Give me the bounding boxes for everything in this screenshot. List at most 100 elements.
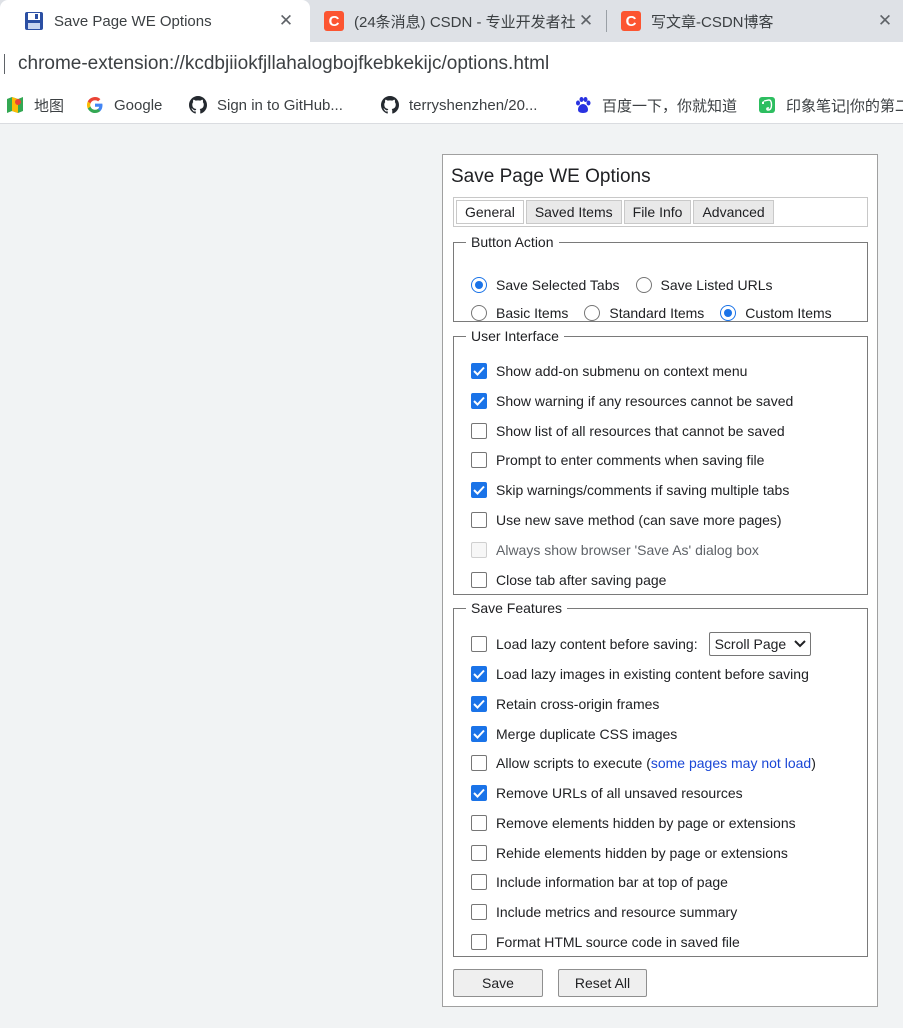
option-label: Use new save method (can save more pages… — [496, 512, 782, 528]
tab-strip: Save Page WE Options ✕ C (24条消息) CSDN - … — [0, 0, 903, 42]
option-label: Close tab after saving page — [496, 571, 667, 588]
bookmark-baidu[interactable]: 百度一下，你就知道 — [574, 94, 737, 116]
close-icon[interactable]: ✕ — [576, 11, 596, 31]
bookmark-google[interactable]: Google — [86, 94, 162, 116]
checkbox[interactable] — [471, 934, 487, 950]
bookmark-maps[interactable]: 地图 — [6, 94, 64, 116]
tab-csdn[interactable]: C (24条消息) CSDN - 专业开发者社 ✕ — [300, 0, 606, 42]
checkbox[interactable] — [471, 392, 487, 409]
checkbox[interactable] — [471, 814, 487, 831]
tab-general[interactable]: General — [456, 200, 524, 224]
bookmark-label: Sign in to GitHub... — [217, 96, 343, 114]
checkbox[interactable] — [471, 452, 487, 469]
tab-csdn-blog[interactable]: C 写文章-CSDN博客 ✕ — [597, 0, 903, 42]
bookmark-label: Google — [114, 96, 163, 114]
address-bar[interactable]: chrome-extension://kcdbjiiokfjllahalogbo… — [0, 42, 903, 86]
tab-file-info[interactable]: File Info — [623, 200, 692, 224]
option-skip-warnings-comments-if-saving[interactable]: Skip warnings/comments if saving multipl… — [471, 479, 789, 501]
option-label: Format HTML source code in saved file — [496, 934, 740, 950]
radio-button[interactable] — [584, 305, 601, 321]
bookmarks-bar: 地图 Google Sign in to GitHub... terryshen… — [0, 86, 903, 124]
bookmark-evernote[interactable]: 印象笔记|你的第二 — [758, 94, 903, 116]
radio-button[interactable] — [471, 305, 487, 321]
option-label: Show warning if any resources cannot be … — [496, 392, 794, 409]
checkbox[interactable] — [471, 725, 487, 742]
checkbox — [471, 541, 487, 558]
csdn-icon: C — [324, 11, 344, 31]
radio-button[interactable] — [720, 305, 737, 321]
radio-save-selected-tabs[interactable]: Save Selected Tabs — [471, 277, 620, 293]
checkbox[interactable] — [471, 512, 487, 528]
radio-button[interactable] — [635, 277, 652, 293]
option-allow-scripts[interactable]: Allow scripts to execute ( some pages ma… — [471, 752, 816, 774]
csdn-icon: C — [621, 11, 641, 31]
close-icon[interactable]: ✕ — [276, 11, 296, 31]
radio-save-listed-urls[interactable]: Save Listed URLs — [635, 277, 773, 293]
radio-label: Custom Items — [745, 305, 832, 321]
option-rehide-elements-hidden-by-page[interactable]: Rehide elements hidden by page or extens… — [471, 842, 788, 864]
checkbox[interactable] — [471, 755, 487, 771]
radio-label: Basic Items — [496, 305, 569, 321]
url-text[interactable]: chrome-extension://kcdbjiiokfjllahalogbo… — [18, 53, 549, 75]
checkbox[interactable] — [471, 904, 487, 921]
checkbox[interactable] — [471, 785, 487, 801]
option-show-warning-if-any-resources[interactable]: Show warning if any resources cannot be … — [471, 390, 793, 412]
option-load-lazy-content[interactable]: Load lazy content before saving: Scroll … — [471, 632, 812, 656]
bookmark-label: 印象笔记|你的第二 — [786, 97, 903, 115]
google-icon — [86, 96, 104, 114]
maps-icon — [6, 96, 24, 114]
bookmark-github-signin[interactable]: Sign in to GitHub... — [189, 94, 343, 116]
save-features-group: Save Features Load lazy content before s… — [453, 600, 868, 957]
save-button[interactable]: Save — [453, 969, 543, 997]
radio-basic-items[interactable]: Basic Items — [471, 305, 568, 321]
tab-saved-items[interactable]: Saved Items — [525, 200, 622, 224]
option-label: Prompt to enter comments when saving fil… — [496, 452, 765, 469]
option-remove-elements-hidden-by-page[interactable]: Remove elements hidden by page or extens… — [471, 812, 796, 834]
option-label: Remove URLs of all unsaved resources — [496, 785, 743, 801]
option-include-information-bar-at-top[interactable]: Include information bar at top of page — [471, 871, 728, 893]
radio-standard-items[interactable]: Standard Items — [584, 305, 704, 321]
option-merge-duplicate-css-images[interactable]: Merge duplicate CSS images — [471, 723, 677, 745]
checkbox[interactable] — [471, 695, 487, 712]
checkbox[interactable] — [471, 844, 487, 861]
button-action-row-1: Save Selected Tabs Save Listed URLs — [471, 274, 789, 296]
option-prompt-to-enter-comments-when[interactable]: Prompt to enter comments when saving fil… — [471, 449, 764, 471]
checkbox[interactable] — [471, 482, 487, 499]
option-label: Merge duplicate CSS images — [496, 725, 678, 742]
user-interface-group: User Interface Show add-on submenu on co… — [453, 328, 868, 595]
tab-advanced[interactable]: Advanced — [693, 200, 774, 224]
checkbox[interactable] — [471, 363, 487, 379]
option-remove-urls-of-all-unsaved[interactable]: Remove URLs of all unsaved resources — [471, 782, 743, 804]
checkbox[interactable] — [471, 422, 487, 439]
option-label: Load lazy images in existing content bef… — [496, 666, 809, 682]
checkbox[interactable] — [471, 666, 487, 682]
option-retain-cross-origin-frames[interactable]: Retain cross-origin frames — [471, 693, 659, 715]
bookmark-github-repo[interactable]: terryshenzhen/20... — [381, 94, 537, 116]
option-label: Always show browser 'Save As' dialog box — [496, 541, 759, 558]
radio-custom-items[interactable]: Custom Items — [720, 305, 832, 321]
tab-save-page-we-options[interactable]: Save Page WE Options ✕ — [0, 0, 310, 42]
reset-all-button[interactable]: Reset All — [558, 969, 647, 997]
checkbox[interactable] — [471, 874, 487, 891]
select-value: Scroll Page — [714, 636, 787, 652]
option-show-list-of-all-resources[interactable]: Show list of all resources that cannot b… — [471, 420, 785, 442]
option-include-metrics-and-resource-summary[interactable]: Include metrics and resource summary — [471, 901, 737, 923]
option-close-tab-after-saving-page[interactable]: Close tab after saving page — [471, 569, 666, 591]
checkbox[interactable] — [471, 571, 487, 588]
option-format-html-source-code-in[interactable]: Format HTML source code in saved file — [471, 931, 740, 953]
checkbox[interactable] — [471, 636, 487, 652]
floppy-disk-icon — [24, 11, 44, 31]
radio-button[interactable] — [471, 277, 487, 293]
evernote-icon — [758, 96, 776, 114]
group-legend: Button Action — [471, 234, 554, 250]
text-caret — [4, 54, 5, 74]
option-show-add-on-submenu-on[interactable]: Show add-on submenu on context menu — [471, 360, 747, 382]
option-use-new-save-method-can[interactable]: Use new save method (can save more pages… — [471, 509, 782, 531]
option-label: Remove elements hidden by page or extens… — [496, 814, 796, 831]
tab-title: (24条消息) CSDN - 专业开发者社 — [354, 13, 576, 31]
option-load-lazy-images-in-existing[interactable]: Load lazy images in existing content bef… — [471, 663, 809, 685]
close-icon[interactable]: ✕ — [875, 11, 895, 31]
options-tabs: General Saved Items File Info Advanced — [453, 197, 868, 227]
lazy-load-method-select[interactable]: Scroll Page — [708, 632, 812, 656]
page-title: Save Page WE Options — [451, 166, 651, 187]
